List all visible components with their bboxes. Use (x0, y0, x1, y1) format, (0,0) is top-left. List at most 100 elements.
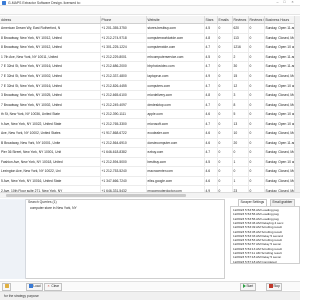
table-cell: +1 212-594-5000 (100, 157, 147, 168)
table-cell: +1 646-618-8382 (100, 147, 147, 158)
table-cell: 0 (217, 80, 233, 91)
table-cell: 4.8 (204, 90, 218, 101)
table-cell: 0 (248, 166, 265, 177)
table-cell: 0 (217, 33, 233, 44)
status-bar: for the strategy purpose (0, 291, 300, 300)
status-text: for the strategy purpose (4, 294, 39, 298)
table-cell: 1 (232, 176, 249, 187)
table-cell: 0 (248, 23, 265, 34)
column-header[interactable]: Stars (204, 16, 218, 24)
table-cell: +1 212-390-1111 (100, 109, 147, 120)
table-row[interactable]: Pier 36 Street, New York, NY 10001, Unit… (0, 147, 300, 158)
column-header[interactable]: Reviews Cl (248, 16, 265, 24)
table-row[interactable]: h Ave, New York, NY 10022, United State +… (0, 118, 300, 129)
table-row[interactable]: 7 E 32nd St, New York, NY 10002, United +… (0, 71, 300, 82)
table-cell: 0 (248, 147, 265, 158)
table-cell: 1 7th Ave, New York, NY 10011, United (0, 52, 101, 63)
table-cell: 4.5 (204, 23, 218, 34)
table-row[interactable]: 3 Broadway, New York, NY 10025, United +1… (0, 90, 300, 101)
table-cell: 13 (232, 118, 249, 129)
start-button[interactable]: Start (240, 283, 256, 291)
table-row[interactable]: B Broadway, New York, NY 10001, Unite +1 … (0, 138, 300, 149)
column-header[interactable]: Emails (217, 16, 233, 24)
table-cell: 0 (217, 176, 233, 187)
table-row[interactable]: Fashion Ave, New York, NY 10018, United +… (0, 157, 300, 168)
table-cell: computers.com (146, 80, 205, 91)
table-cell: Ave, New York, NY 10002, United States (0, 128, 101, 139)
table-cell: +1 212-665-6100 (100, 90, 147, 101)
table-cell: +1 212-274-9718 (100, 33, 147, 44)
search-query-text[interactable]: computer store in New York, NY (30, 206, 77, 210)
table-row[interactable]: 1 7th Ave, New York, NY 10011, United +1 … (0, 52, 300, 63)
table-row[interactable]: 8 Broadway, New York, NY 10012, United +1… (0, 33, 300, 44)
table-row[interactable]: Lexington Ave, New York, NY 10022, Uni +1… (0, 166, 300, 177)
table-cell: +1 212-337-4800 (100, 71, 147, 82)
column-header[interactable]: Reviews (232, 16, 249, 24)
table-cell: 1 (232, 157, 249, 168)
table-cell: 4.6 (204, 128, 218, 139)
table-cell: Fashion Ave, New York, NY 10018, United (0, 157, 101, 168)
table-cell: 0 (217, 166, 233, 177)
start-button-label: Start (246, 284, 254, 288)
table-cell: Pier 36 Street, New York, NY 10001, Unit (0, 147, 101, 158)
close-button[interactable]: × (289, 0, 296, 5)
stop-button[interactable]: Stop (266, 283, 283, 291)
load-button-label: Load (33, 284, 41, 288)
table-cell: 20 (232, 138, 249, 149)
table-cell: 4.7 (204, 61, 218, 72)
column-header[interactable]: Website (146, 16, 205, 24)
settings-tabs: Scraper Settings Email grabber (228, 199, 300, 207)
table-header-row: ddress Phone Website Stars Emails Review… (0, 16, 300, 24)
table-cell: +1 212-826-4455 (100, 80, 147, 91)
table-row[interactable]: 7 Broadway, New York, NY 10002, United +1… (0, 99, 300, 110)
table-cell: +1 917-868-6722 (100, 128, 147, 139)
clear-button[interactable]: × Clear (44, 283, 62, 291)
table-cell: 0 (248, 33, 265, 44)
table-cell: ezbuy.com (146, 147, 205, 158)
window-title: G-MAPS Extractor Software Design. licens… (8, 0, 81, 5)
table-cell: +1 212-686-2000 (100, 61, 147, 72)
table-cell: 5 Ave, New York, NY 10016, United State (0, 176, 101, 187)
table-cell: 30 (232, 61, 249, 72)
minimize-button[interactable]: – (274, 0, 281, 5)
table-row[interactable]: th St, New York, NY 10036, United State +… (0, 109, 300, 120)
table-cell: 620 (232, 23, 249, 34)
table-cell: 8 (232, 99, 249, 110)
table-row[interactable]: Ave, New York, NY 10002, United States +1… (0, 128, 300, 139)
table-cell: 7 E 32nd St, New York, NY 10016, United (0, 80, 101, 91)
table-cell: +1 347-666-7240 (100, 176, 147, 187)
table-cell: 1216 (232, 42, 249, 53)
table-row[interactable]: 8 Broadway, New York, NY 10012, United +1… (0, 42, 300, 53)
horizontal-scroll-thumb[interactable] (6, 193, 186, 197)
vertical-scrollbar[interactable] (294, 16, 300, 192)
table-cell: 4.6 (204, 109, 218, 120)
table-cell: 0 (217, 138, 233, 149)
table-cell: +1 212-765-3300 (100, 118, 147, 129)
table-row[interactable]: 5 Ave, New York, NY 10016, United State +… (0, 176, 300, 187)
table-body: American Dream Wy, East Rutherford, N +1 … (0, 23, 300, 192)
table-cell: +1 301-225-1224 (100, 42, 147, 53)
table-cell: 0 (248, 109, 265, 120)
table-cell: 0 (217, 61, 233, 72)
maximize-button[interactable]: □ (281, 0, 288, 5)
log-box: 12/2023 5:53:56 AM Loading pag 12/2023 5:… (230, 206, 300, 264)
open-button[interactable] (2, 283, 11, 291)
table-row[interactable]: 7 E 32nd St, New York, NY 10016, United +… (0, 61, 300, 72)
table-cell: 12 (232, 80, 249, 91)
toolbar (0, 6, 300, 15)
table-cell: 0 (248, 80, 265, 91)
table-cell: 2 (232, 52, 249, 63)
table-row[interactable]: American Dream Wy, East Rutherford, N +1 … (0, 23, 300, 34)
table-row[interactable]: 7 E 32nd St, New York, NY 10016, United +… (0, 80, 300, 91)
column-header[interactable]: ddress (0, 16, 101, 24)
table-cell: 0 (217, 52, 233, 63)
table-cell: eilss.google.com (146, 176, 205, 187)
load-button[interactable]: Load (26, 283, 43, 291)
table-cell: h Ave, New York, NY 10022, United State (0, 118, 101, 129)
table-cell: 0 (248, 61, 265, 72)
search-queries-label: Search Queries (1) (28, 200, 57, 204)
log-line: 12/2023 5:57:18 AM Completed (233, 259, 277, 264)
table-cell: 113 (232, 33, 249, 44)
column-header[interactable]: Phone (100, 16, 147, 24)
table-cell: apple.com (146, 109, 205, 120)
